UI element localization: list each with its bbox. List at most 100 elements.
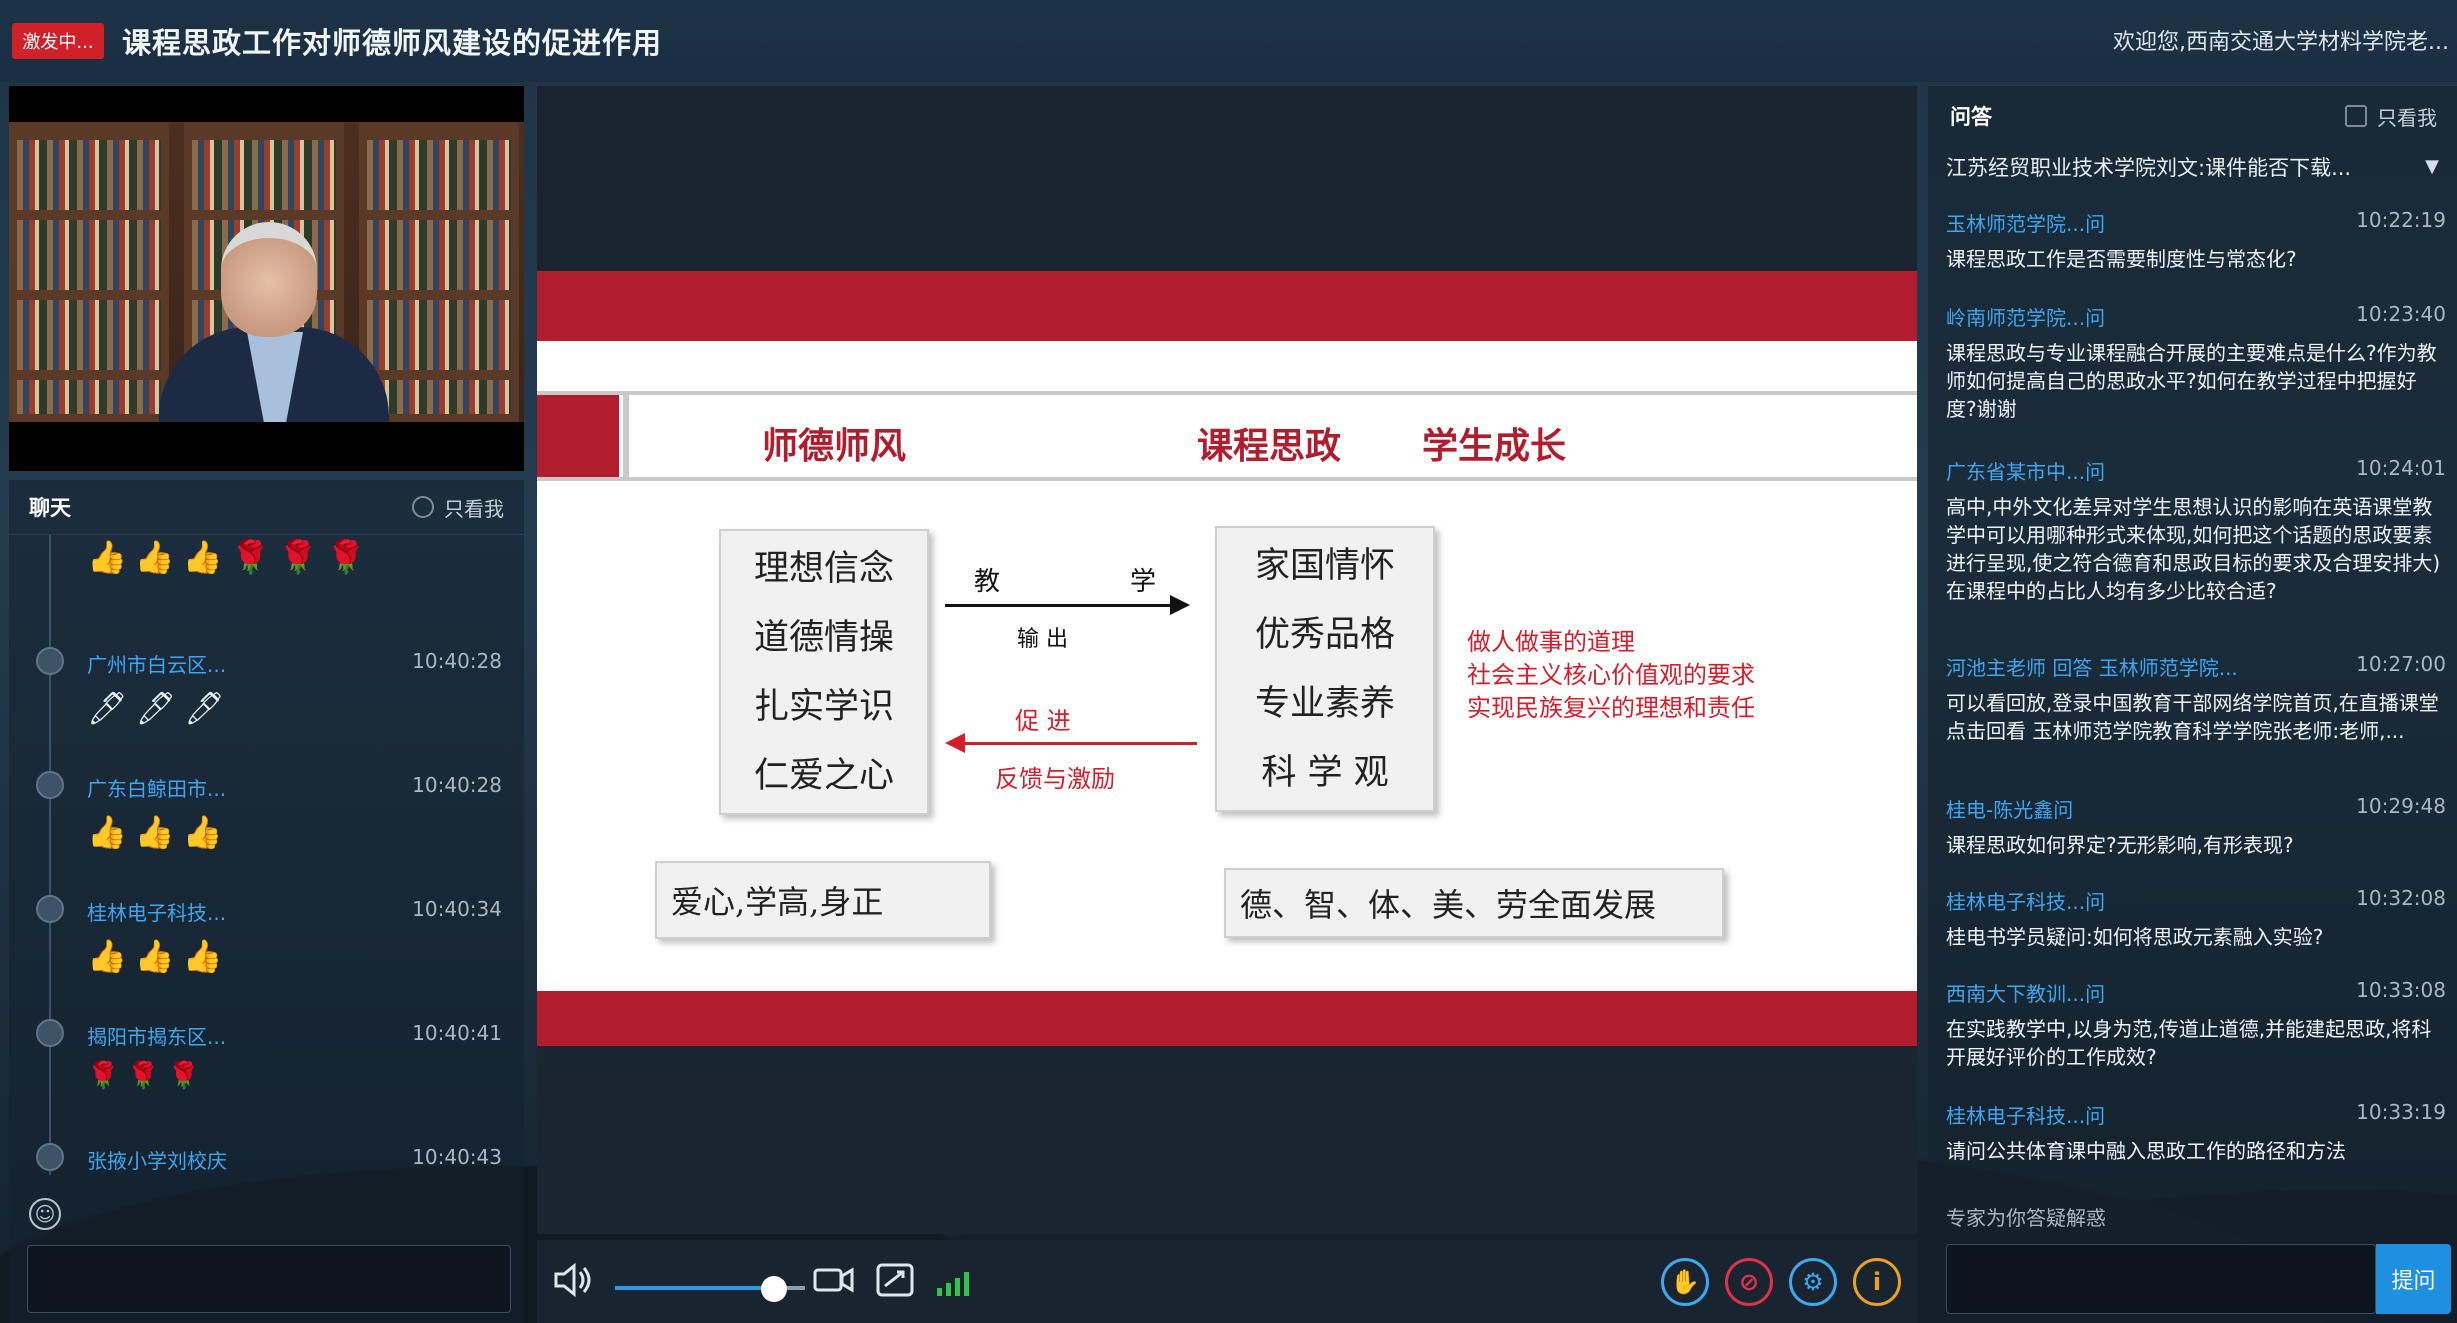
qa-time: 10:33:19: [2356, 1100, 2446, 1124]
raise-hand-icon[interactable]: ✋: [1661, 1258, 1709, 1306]
qa-asker[interactable]: 桂电-陈光鑫问: [1946, 794, 2073, 823]
qa-asker[interactable]: 广东省某市中...问: [1946, 456, 2105, 485]
volume-slider-knob[interactable]: [761, 1276, 787, 1302]
camera-icon[interactable]: [812, 1262, 856, 1306]
chat-emojis: 👍👍👍: [87, 813, 231, 851]
qa-asker[interactable]: 岭南师范学院...问: [1946, 302, 2105, 331]
red-note-line: 实现民族复兴的理想和责任: [1467, 694, 1755, 722]
settings-icon[interactable]: ⚙: [1789, 1258, 1837, 1306]
box-line: 专业素养: [1254, 684, 1395, 724]
chat-sender[interactable]: 桂林电子科技...: [87, 897, 226, 926]
chat-time: 10:40:43: [412, 1145, 502, 1169]
qa-pinned-line: 江苏经贸职业技术学院刘文:课件能否下载...: [1946, 156, 2352, 180]
chat-sender[interactable]: 张掖小学刘校庆: [87, 1145, 227, 1174]
chevron-down-icon[interactable]: ▼: [2425, 156, 2439, 177]
mute-mic-icon[interactable]: ⊘: [1725, 1258, 1773, 1306]
arrow-label-teach: 教: [974, 567, 1001, 597]
chat-message: 揭阳市揭东区... 10:40:41 🌹🌹🌹: [9, 1019, 524, 1143]
arrow-label-learn: 学: [1130, 567, 1157, 597]
question-input[interactable]: [1946, 1244, 2376, 1314]
signal-strength-icon: [937, 1272, 969, 1296]
qa-item: 河池主老师 回答 玉林师范学院... 10:27:00 可以看回放,登录中国教育干…: [1946, 652, 2446, 745]
info-icon[interactable]: i: [1853, 1258, 1901, 1306]
qa-item: 玉林师范学院...问 10:22:19 课程思政工作是否需要制度性与常态化?: [1946, 208, 2446, 273]
qa-item: 桂林电子科技...问 10:33:19 请问公共体育课中融入思政工作的路径和方法: [1946, 1100, 2446, 1165]
bookshelf: [9, 122, 169, 422]
slide-heading-left: 师德师风: [762, 425, 907, 467]
speaker-figure: [159, 222, 389, 422]
qa-title: 问答: [1950, 105, 1992, 129]
chat-time: 10:40:28: [412, 649, 502, 673]
arrow-label-promote: 促 进: [1015, 707, 1071, 735]
qa-time: 10:23:40: [2356, 302, 2446, 326]
arrow-sub-output: 输 出: [1017, 627, 1068, 652]
chat-emojis: 🖊🖊🖊: [87, 689, 233, 727]
chat-sender[interactable]: 揭阳市揭东区...: [87, 1021, 226, 1050]
only-me-label: 只看我: [444, 496, 504, 521]
chat-emojis: 👍👍👍🌹🌹🌹: [87, 538, 375, 576]
chat-input[interactable]: [27, 1245, 511, 1313]
qa-panel: 问答 只看我 江苏经贸职业技术学院刘文:课件能否下载... ▼ 玉林师范学院..…: [1928, 86, 2457, 1323]
checkbox-icon[interactable]: [412, 496, 434, 518]
chat-sender[interactable]: 广东白鲸田市...: [87, 773, 226, 802]
arrow-sub-feedback: 反馈与激励: [995, 765, 1115, 793]
checkbox-icon[interactable]: [2345, 105, 2367, 127]
arrow-left: [962, 742, 1197, 745]
arrow-right-head: [1170, 595, 1190, 615]
avatar: [36, 895, 64, 923]
red-note-line: 做人做事的道理: [1467, 628, 1635, 656]
avatar: [36, 1143, 64, 1171]
box-line: 科 学 观: [1261, 753, 1389, 793]
bottom-right-box: 德、智、体、美、劳全面发展: [1224, 868, 1724, 938]
emoji-icon[interactable]: ☺: [29, 1198, 61, 1230]
chat-time: 10:40:41: [412, 1021, 502, 1045]
video-frame: [9, 122, 524, 422]
chat-list[interactable]: 👍👍👍🌹🌹🌹 广州市白云区... 10:40:28 🖊🖊🖊 广东白鲸田市... …: [9, 535, 524, 1175]
box-line: 道德情操: [753, 618, 894, 658]
qa-asker[interactable]: 河池主老师 回答 玉林师范学院...: [1946, 652, 2238, 681]
chat-time: 10:40:34: [412, 897, 502, 921]
qa-item: 岭南师范学院...问 10:23:40 课程思政与专业课程融合开展的主要难点是什么…: [1946, 302, 2446, 423]
qa-item: 广东省某市中...问 10:24:01 高中,中外文化差异对学生思想认识的影响在英…: [1946, 456, 2446, 605]
chat-header: 聊天 只看我: [9, 480, 524, 535]
chat-sender[interactable]: 广州市白云区...: [87, 649, 226, 678]
speaker-video[interactable]: [9, 86, 524, 471]
bottom-left-box: 爱心,学高,身正: [655, 861, 991, 939]
volume-slider-fill[interactable]: [615, 1286, 775, 1290]
slide-bottom-band: [537, 991, 1917, 1046]
fullscreen-icon[interactable]: [875, 1262, 915, 1306]
slide: 师德师风 课程思政 学生成长 理想信念 道德情操 扎实学识 仁爱之心 教 学 输…: [537, 271, 1917, 1046]
top-bar: 激发中... 课程思政工作对师德师风建设的促进作用 欢迎您,西南交通大学材料学院…: [0, 0, 2457, 82]
chat-time: 10:40:28: [412, 773, 502, 797]
chat-emojis: 👍👍👍: [87, 937, 231, 975]
qa-header: 问答 只看我: [1928, 86, 2457, 146]
welcome-text: 欢迎您,西南交通大学材料学院老...: [2113, 30, 2449, 55]
slide-top-band: [537, 271, 1917, 341]
live-status-badge: 激发中...: [12, 23, 104, 59]
qa-time: 10:27:00: [2356, 652, 2446, 676]
qa-asker[interactable]: 桂林电子科技...问: [1946, 1100, 2105, 1129]
presentation-stage: 师德师风 课程思政 学生成长 理想信念 道德情操 扎实学识 仁爱之心 教 学 输…: [537, 86, 1917, 1234]
slide-heading-mid: 课程思政: [1197, 425, 1342, 467]
qa-asker[interactable]: 玉林师范学院...问: [1946, 208, 2105, 237]
ask-button[interactable]: 提问: [2376, 1244, 2451, 1314]
box-line: 扎实学识: [753, 687, 894, 727]
avatar: [36, 1019, 64, 1047]
avatar: [36, 647, 64, 675]
chat-message: 👍👍👍🌹🌹🌹: [9, 530, 524, 654]
qa-item: 西南大下教训...问 10:33:08 在实践教学中,以身为范,传道止道德,并能建…: [1946, 978, 2446, 1071]
qa-item: 桂电-陈光鑫问 10:29:48 课程思政如何界定?无形影响,有形表现?: [1946, 794, 2446, 859]
slide-header-tab: [537, 395, 629, 477]
volume-icon[interactable]: [552, 1262, 592, 1306]
box-line: 家国情怀: [1254, 546, 1395, 586]
box-line: 仁爱之心: [753, 756, 894, 796]
qa-only-me-toggle[interactable]: 只看我: [2345, 102, 2437, 131]
only-me-toggle[interactable]: 只看我: [412, 493, 504, 522]
chat-message: 张掖小学刘校庆 10:40:43: [9, 1143, 524, 1183]
qa-time: 10:22:19: [2356, 208, 2446, 232]
chat-title: 聊天: [29, 496, 71, 520]
qa-question: 课程思政工作是否需要制度性与常态化?: [1946, 247, 2297, 271]
qa-asker[interactable]: 西南大下教训...问: [1946, 978, 2105, 1007]
box-line: 理想信念: [753, 549, 894, 589]
qa-asker[interactable]: 桂林电子科技...问: [1946, 886, 2105, 915]
